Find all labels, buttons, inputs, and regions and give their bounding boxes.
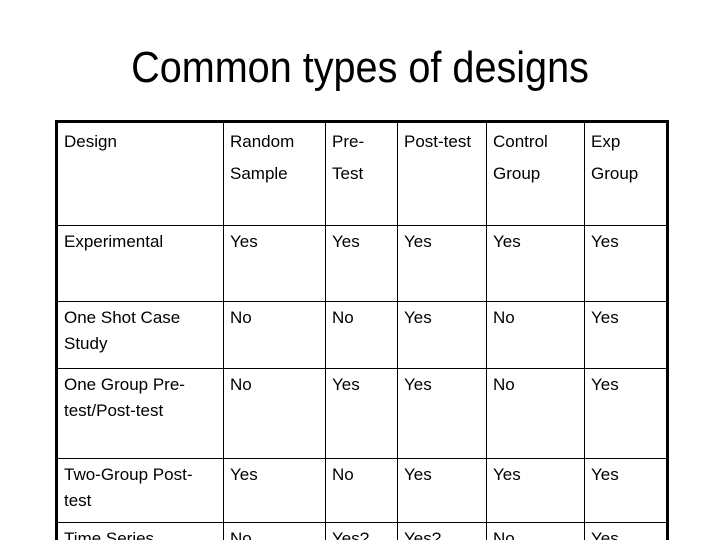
cell-design: Two-Group Post-test: [56, 458, 224, 523]
cell-pre-test: No: [325, 458, 398, 523]
cell-pre-test: No: [325, 301, 398, 369]
cell-design: One Shot Case Study: [56, 301, 224, 369]
cell-post-test: Yes: [397, 458, 487, 523]
cell-random-sample: No: [223, 368, 326, 459]
cell-exp-group: Yes: [584, 301, 668, 369]
cell-random-sample: No: [223, 522, 326, 540]
cell-random-sample: Yes: [223, 225, 326, 302]
column-header-design: Design: [56, 121, 224, 226]
cell-control-group: No: [486, 301, 585, 369]
cell-design: Time Series: [56, 522, 224, 540]
table-row: Time Series No Yes? Yes? No Yes: [56, 522, 668, 540]
table-row: Two-Group Post-test Yes No Yes Yes Yes: [56, 458, 668, 523]
cell-control-group: Yes: [486, 225, 585, 302]
table-row: Experimental Yes Yes Yes Yes Yes: [56, 225, 668, 302]
cell-design: Experimental: [56, 225, 224, 302]
cell-pre-test: Yes: [325, 225, 398, 302]
table-row: One Shot Case Study No No Yes No Yes: [56, 301, 668, 369]
table-header-row: Design Random Sample Pre-Test Post-test …: [56, 121, 668, 226]
cell-control-group: No: [486, 522, 585, 540]
cell-exp-group: Yes: [584, 225, 668, 302]
column-header-random-sample: Random Sample: [223, 121, 326, 226]
table-row: One Group Pre-test/Post-test No Yes Yes …: [56, 368, 668, 459]
cell-post-test: Yes: [397, 368, 487, 459]
cell-pre-test: Yes: [325, 368, 398, 459]
column-header-pre-test: Pre-Test: [325, 121, 398, 226]
table: Design Random Sample Pre-Test Post-test …: [55, 120, 669, 540]
design-comparison-table: Design Random Sample Pre-Test Post-test …: [55, 120, 669, 540]
cell-exp-group: Yes: [584, 368, 668, 459]
page-title: Common types of designs: [131, 43, 589, 92]
cell-random-sample: No: [223, 301, 326, 369]
slide-canvas: Common types of designs Design Random Sa…: [0, 0, 720, 540]
cell-post-test: Yes: [397, 225, 487, 302]
column-header-post-test: Post-test: [397, 121, 487, 226]
cell-post-test: Yes?: [397, 522, 487, 540]
cell-pre-test: Yes?: [325, 522, 398, 540]
column-header-control-group: Control Group: [486, 121, 585, 226]
cell-post-test: Yes: [397, 301, 487, 369]
cell-control-group: No: [486, 368, 585, 459]
cell-exp-group: Yes: [584, 522, 668, 540]
cell-design: One Group Pre-test/Post-test: [56, 368, 224, 459]
cell-exp-group: Yes: [584, 458, 668, 523]
column-header-exp-group: Exp Group: [584, 121, 668, 226]
cell-control-group: Yes: [486, 458, 585, 523]
cell-random-sample: Yes: [223, 458, 326, 523]
